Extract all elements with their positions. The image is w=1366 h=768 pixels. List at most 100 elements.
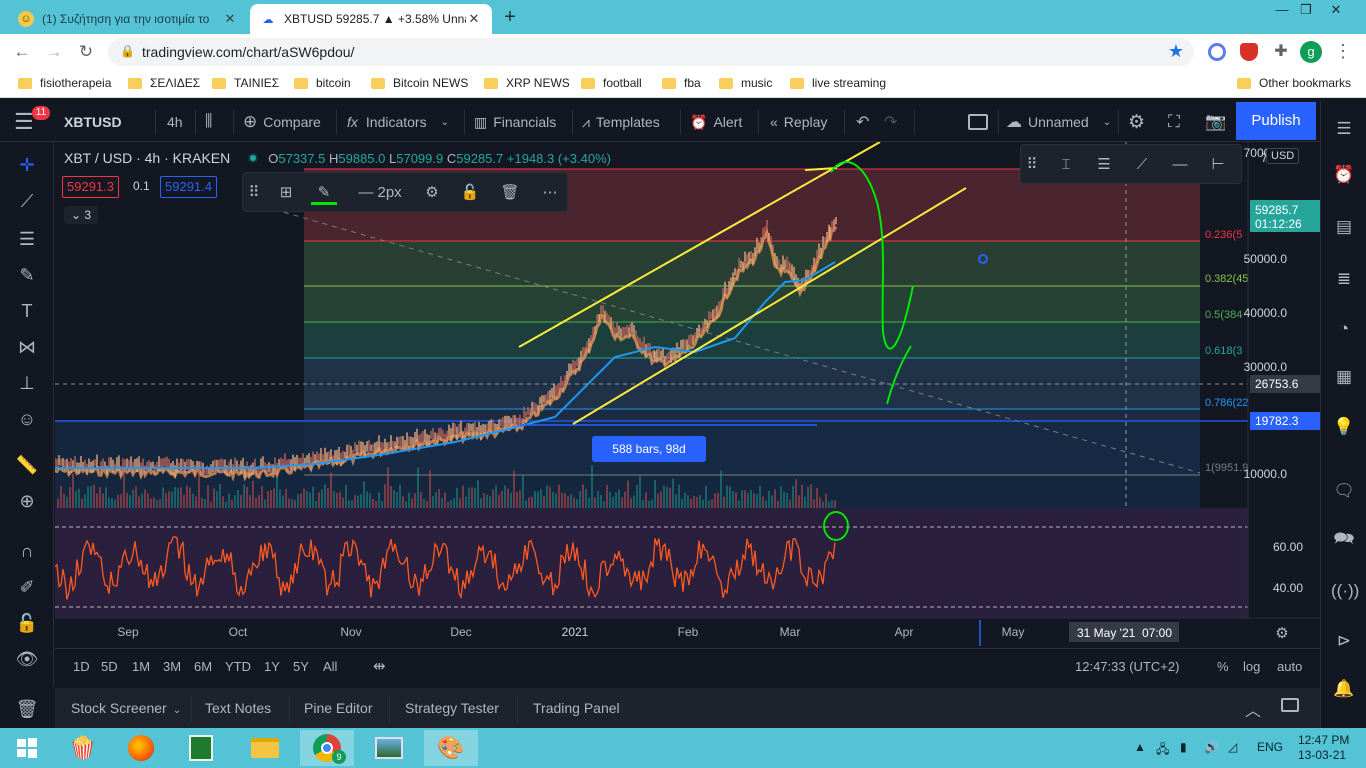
calculator-icon[interactable] <box>174 730 228 766</box>
tab-close-icon[interactable]: ✕ <box>466 11 482 27</box>
interval-button[interactable]: 4h <box>167 102 183 142</box>
extension-shield-icon[interactable] <box>1240 43 1258 61</box>
photos-app-icon[interactable] <box>362 730 416 766</box>
show-hidden-icons[interactable]: ▲ <box>1134 740 1146 754</box>
bookmark-folder[interactable]: fisiotherapeia <box>18 76 111 90</box>
fullscreen-icon[interactable]: ⛶ <box>1168 102 1180 142</box>
measure-icon[interactable]: ⊥ <box>14 370 40 396</box>
bookmark-star-icon[interactable]: ★ <box>1168 41 1184 62</box>
back-button[interactable]: ← <box>10 41 34 63</box>
fib-retracement-icon[interactable]: ☰ <box>14 226 40 252</box>
forward-button[interactable]: → <box>42 41 66 63</box>
tab-tradingview[interactable]: ☁ XBTUSD 59285.7 ▲ +3.58% Unnamed ✕ <box>250 4 492 34</box>
close-window-button[interactable]: ✕ <box>1316 0 1356 22</box>
templates-grid-icon[interactable]: ⊞ <box>273 181 299 205</box>
drag-handle-icon[interactable]: ⠿ <box>247 181 261 205</box>
chrome-taskbar-icon[interactable]: 9 <box>300 730 354 766</box>
date-range-icon[interactable]: ⊢ <box>1205 153 1231 177</box>
replay-button[interactable]: «Replay <box>770 102 827 142</box>
pencil-color-icon[interactable]: ✎ <box>311 181 337 205</box>
browser-menu-icon[interactable]: ⋮ <box>1334 41 1352 62</box>
text-notes-tab[interactable]: Text Notes <box>205 700 271 716</box>
buy-price-box[interactable]: 59291.4 <box>160 176 217 198</box>
unlock-icon[interactable]: 🔓 <box>457 181 483 205</box>
price-chart-svg[interactable]: 0.236(5 0.382(45 0.5(384 0.618(3 0.786(22 1(9… <box>54 141 1320 648</box>
publish-button[interactable]: Publish <box>1236 102 1316 140</box>
range-1d[interactable]: 1D <box>73 659 90 674</box>
range-5y[interactable]: 5Y <box>293 659 309 674</box>
new-tab-button[interactable]: + <box>498 6 522 30</box>
notifications-bell-icon[interactable]: 🔔 <box>1331 676 1357 702</box>
settings-gear-icon[interactable]: ⚙ <box>419 181 445 205</box>
horizontal-line-icon[interactable]: — <box>1167 153 1193 177</box>
tab-close-icon[interactable]: ✕ <box>222 11 238 27</box>
chart-type-candles-icon[interactable]: ⫼ <box>205 102 212 142</box>
drag-handle-icon[interactable]: ⠿ <box>1025 153 1039 177</box>
range-1y[interactable]: 1Y <box>264 659 280 674</box>
bookmark-folder[interactable]: ΣΕΛΙΔΕΣ <box>128 76 200 90</box>
indicators-button[interactable]: fx Indicators ⌄ <box>347 102 449 142</box>
compare-button[interactable]: ⊕ Compare <box>243 102 321 142</box>
profile-avatar[interactable]: g <box>1300 41 1322 63</box>
bookmark-folder[interactable]: XRP NEWS <box>484 76 570 90</box>
chart-pane[interactable]: 0.236(5 0.382(45 0.5(384 0.618(3 0.786(22 1(9… <box>54 141 1320 686</box>
chevron-up-icon[interactable]: ︿ <box>1245 697 1261 721</box>
alerts-clock-icon[interactable]: ⏰ <box>1331 162 1357 188</box>
main-menu-icon[interactable]: ☰ <box>14 102 34 142</box>
lock-drawing-pencil-icon[interactable]: ✐ <box>14 574 40 600</box>
bookmark-folder[interactable]: live streaming <box>790 76 886 90</box>
stock-screener-tab[interactable]: Stock Screener ⌄ <box>71 700 181 716</box>
replay-play-icon[interactable]: ⊳ <box>1331 628 1357 654</box>
trading-panel-tab[interactable]: Trading Panel <box>533 700 620 716</box>
emoji-icon[interactable]: ☺ <box>14 406 40 432</box>
crosshair-icon[interactable]: ✛ <box>14 152 40 178</box>
auto-toggle[interactable]: auto <box>1277 659 1302 674</box>
paint-app-icon[interactable]: 🎨 <box>424 730 478 766</box>
zoom-in-icon[interactable]: ⊕ <box>14 488 40 514</box>
reload-button[interactable]: ↻ <box>74 41 98 63</box>
data-window-icon[interactable]: ▤ <box>1331 214 1357 240</box>
network-icon[interactable]: 🖧 <box>1156 740 1169 761</box>
range-5d[interactable]: 5D <box>101 659 118 674</box>
system-clock[interactable]: 12:47 PM 13-03-21 <box>1298 733 1349 763</box>
layout-select-icon[interactable] <box>968 102 988 142</box>
indicator-collapse-toggle[interactable]: ⌄ 3 <box>64 206 98 224</box>
line-width-button[interactable]: — 2px <box>353 181 407 205</box>
strategy-tester-tab[interactable]: Strategy Tester <box>405 700 499 716</box>
pine-editor-tab[interactable]: Pine Editor <box>304 700 372 716</box>
bookmark-folder[interactable]: football <box>581 76 642 90</box>
lock-icon[interactable]: 🔓 <box>14 610 40 636</box>
percent-toggle[interactable]: % <box>1217 659 1229 674</box>
streams-icon[interactable]: ((·)) <box>1331 578 1359 604</box>
calendar-icon[interactable]: ◔ <box>1331 316 1357 342</box>
range-6m[interactable]: 6M <box>194 659 212 674</box>
range-3m[interactable]: 3M <box>163 659 181 674</box>
messages-icon[interactable]: 🗪 <box>1331 526 1357 552</box>
trend-line-icon[interactable]: ⟋ <box>1129 153 1155 177</box>
log-toggle[interactable]: log <box>1243 659 1260 674</box>
omnibox[interactable]: 🔒 tradingview.com/chart/aSW6pdou/ ★ <box>108 38 1194 66</box>
ideas-grid-icon[interactable]: ▦ <box>1331 364 1357 390</box>
chat-icon[interactable]: 🗨 <box>1331 478 1357 504</box>
extension-circle-icon[interactable] <box>1208 43 1226 61</box>
clock-time[interactable]: 12:47:33 (UTC+2) <box>1075 659 1179 674</box>
firefox-icon[interactable] <box>114 730 168 766</box>
sell-price-box[interactable]: 59291.3 <box>62 176 119 198</box>
bookmark-folder[interactable]: music <box>719 76 772 90</box>
popcorn-app-icon[interactable]: 🍿 <box>56 730 110 766</box>
text-tool-icon[interactable]: T <box>14 298 40 324</box>
bookmark-folder[interactable]: Bitcoin NEWS <box>371 76 468 90</box>
lightbulb-icon[interactable]: 💡 <box>1331 414 1357 440</box>
tab-forum[interactable]: ☺ (1) Συζήτηση για την ισοτιμία το ✕ <box>8 4 248 34</box>
bookmark-folder[interactable]: bitcoin <box>294 76 351 90</box>
windows-start-icon[interactable] <box>0 730 54 766</box>
bookmark-folder[interactable]: ΤΑΙΝΙΕΣ <box>212 76 279 90</box>
pattern-icon[interactable]: ⋈ <box>14 334 40 360</box>
maximize-panel-icon[interactable] <box>1281 698 1299 715</box>
more-icon[interactable]: ⋯ <box>537 181 563 205</box>
goto-date-icon[interactable]: ⇹ <box>373 657 386 675</box>
price-range-icon[interactable]: ⌶ <box>1053 153 1079 177</box>
other-bookmarks[interactable]: Other bookmarks <box>1237 76 1351 90</box>
range-all[interactable]: All <box>323 659 337 674</box>
ruler-icon[interactable]: 📏 <box>14 452 40 478</box>
